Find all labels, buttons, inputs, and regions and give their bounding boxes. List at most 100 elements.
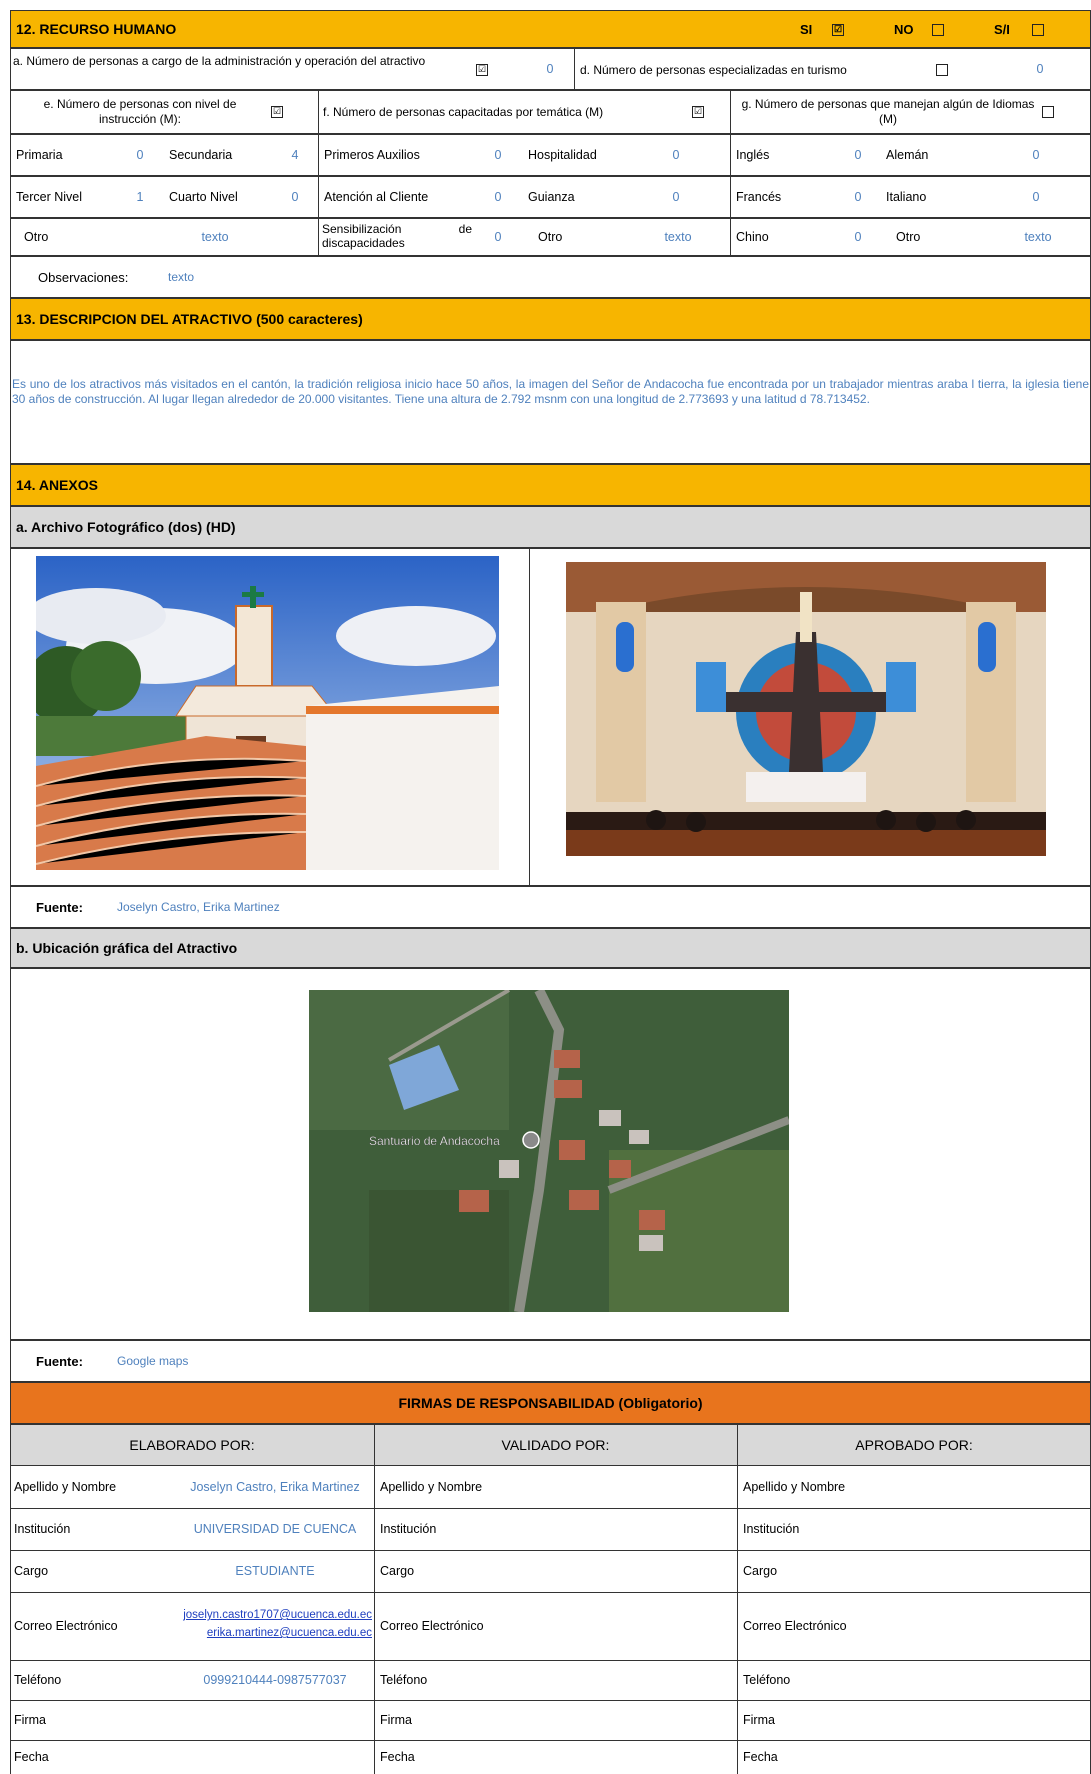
section-13-header: 13. DESCRIPCION DEL ATRACTIVO (500 carac… xyxy=(10,298,1091,340)
tematica-hospitalidad-label: Hospitalidad xyxy=(528,148,597,162)
validado-por-header: VALIDADO POR: xyxy=(501,1437,610,1453)
validado-fecha-label: Fecha xyxy=(380,1750,415,1764)
instruccion-primaria-value: 0 xyxy=(136,148,144,162)
instruccion-otro-label: Otro xyxy=(24,230,49,244)
a-label: a. Número de personas a cargo de la admi… xyxy=(13,54,426,68)
elaborado-telefono-label: Teléfono xyxy=(14,1673,62,1687)
a-checkbox[interactable]: ☑ xyxy=(476,64,488,76)
g-label: g. Número de personas que manejan algún … xyxy=(741,97,1035,126)
f-checkbox[interactable]: ☑ xyxy=(692,106,704,118)
idioma-otro-value: texto xyxy=(1024,230,1052,244)
tematica-guianza-value: 0 xyxy=(672,190,680,204)
aprobado-correo-label: Correo Electrónico xyxy=(743,1619,847,1633)
firmas-title: FIRMAS DE RESPONSABILIDAD (Obligatorio) xyxy=(398,1395,703,1411)
instruccion-cuarto-nivel-value: 0 xyxy=(291,190,299,204)
idioma-chino-label: Chino xyxy=(736,230,769,244)
aprobado-institucion-label: Institución xyxy=(743,1522,800,1536)
g-checkbox[interactable] xyxy=(1042,106,1054,118)
satellite-map: Santuario de Andacocha xyxy=(309,990,789,1312)
instruccion-secundaria-value: 4 xyxy=(291,148,299,162)
description-text: Es uno de los atractivos más visitados e… xyxy=(12,377,1089,406)
aprobado-nombre-label: Apellido y Nombre xyxy=(743,1480,846,1494)
d-value: 0 xyxy=(1036,62,1044,76)
tematica-otro-label: Otro xyxy=(538,230,563,244)
instruccion-secundaria-label: Secundaria xyxy=(169,148,233,162)
photo-archive-header: a. Archivo Fotográfico (dos) (HD) xyxy=(10,506,1091,548)
idioma-frances-label: Francés xyxy=(736,190,782,204)
validado-correo-label: Correo Electrónico xyxy=(380,1619,484,1633)
elaborado-por-header: ELABORADO POR: xyxy=(129,1437,255,1453)
no-checkbox[interactable] xyxy=(932,23,944,36)
elaborado-email-2[interactable]: erika.martinez@ucuenca.edu.ec xyxy=(207,1627,372,1639)
a-value: 0 xyxy=(546,62,554,76)
church-interior-photo xyxy=(566,562,1046,856)
tematica-sensibilizacion-value: 0 xyxy=(494,230,502,244)
firmas-header: FIRMAS DE RESPONSABILIDAD (Obligatorio) xyxy=(10,1382,1091,1424)
tematica-sensibilizacion-label: Sensibilización de discapacidades xyxy=(322,222,472,250)
instruccion-tercer-nivel-label: Tercer Nivel xyxy=(16,190,82,204)
map-place-label: Santuario de Andacocha xyxy=(369,1134,500,1148)
e-checkbox[interactable]: ☑ xyxy=(271,106,283,118)
elaborado-correo-label: Correo Electrónico xyxy=(14,1619,118,1633)
elaborado-email-1[interactable]: joselyn.castro1707@ucuenca.edu.ec xyxy=(183,1609,372,1621)
map-section-header: b. Ubicación gráfica del Atractivo xyxy=(10,928,1091,968)
aprobado-firma-label: Firma xyxy=(743,1713,775,1727)
si-no-group: SI ☑ NO S/I xyxy=(800,22,1044,37)
aprobado-cargo-label: Cargo xyxy=(743,1564,778,1578)
idioma-chino-value: 0 xyxy=(854,230,862,244)
elaborado-firma-label: Firma xyxy=(14,1713,46,1727)
instruccion-primaria-label: Primaria xyxy=(16,148,63,162)
fuente-b-value: Google maps xyxy=(117,1354,189,1368)
photo-archive-title: a. Archivo Fotográfico (dos) (HD) xyxy=(16,519,236,535)
fuente-a-label: Fuente: xyxy=(36,899,83,915)
elaborado-nombre-value: Joselyn Castro, Erika Martinez xyxy=(190,1480,360,1494)
aprobado-por-header: APROBADO POR: xyxy=(855,1437,973,1453)
map-pin-icon[interactable] xyxy=(522,1131,540,1149)
idioma-italiano-value: 0 xyxy=(1032,190,1040,204)
si-checkbox[interactable]: ☑ xyxy=(832,23,844,36)
elaborado-telefono-value: 0999210444-0987577037 xyxy=(203,1673,347,1687)
aprobado-telefono-label: Teléfono xyxy=(743,1673,791,1687)
d-label: d. Número de personas especializadas en … xyxy=(580,63,847,77)
tematica-otro-value: texto xyxy=(664,230,692,244)
tematica-primeros-auxilios-value: 0 xyxy=(494,148,502,162)
f-label: f. Número de personas capacitadas por te… xyxy=(323,105,604,119)
idioma-aleman-label: Alemán xyxy=(886,148,929,162)
sn-label: S/I xyxy=(994,22,1010,37)
section-13-title: 13. DESCRIPCION DEL ATRACTIVO (500 carac… xyxy=(16,311,363,327)
aprobado-fecha-label: Fecha xyxy=(743,1750,778,1764)
d-checkbox[interactable] xyxy=(936,64,948,76)
tematica-primeros-auxilios-label: Primeros Auxilios xyxy=(324,148,420,162)
validado-cargo-label: Cargo xyxy=(380,1564,415,1578)
section-12-title: 12. RECURSO HUMANO xyxy=(16,21,177,37)
elaborado-nombre-label: Apellido y Nombre xyxy=(14,1480,117,1494)
e-label: e. Número de personas con nivel de instr… xyxy=(43,97,237,126)
si-label: SI xyxy=(800,22,813,37)
map-section-title: b. Ubicación gráfica del Atractivo xyxy=(16,940,238,956)
instruccion-otro-value: texto xyxy=(201,230,229,244)
observaciones-label: Observaciones: xyxy=(38,269,129,285)
validado-nombre-label: Apellido y Nombre xyxy=(380,1480,483,1494)
instruccion-cuarto-nivel-label: Cuarto Nivel xyxy=(169,190,238,204)
observaciones-value: texto xyxy=(168,270,195,284)
instruccion-tercer-nivel-value: 1 xyxy=(136,190,144,204)
validado-institucion-label: Institución xyxy=(380,1522,437,1536)
elaborado-institucion-label: Institución xyxy=(14,1522,71,1536)
idioma-aleman-value: 0 xyxy=(1032,148,1040,162)
idioma-italiano-label: Italiano xyxy=(886,190,927,204)
idioma-frances-value: 0 xyxy=(854,190,862,204)
sn-checkbox[interactable] xyxy=(1032,23,1044,36)
elaborado-correo-values: joselyn.castro1707@ucuenca.edu.ec erika.… xyxy=(160,1606,372,1642)
tematica-atencion-cliente-value: 0 xyxy=(494,190,502,204)
idioma-otro-label: Otro xyxy=(896,230,921,244)
validado-firma-label: Firma xyxy=(380,1713,412,1727)
idioma-ingles-label: Inglés xyxy=(736,148,770,162)
fuente-b-label: Fuente: xyxy=(36,1353,83,1369)
elaborado-cargo-value: ESTUDIANTE xyxy=(235,1564,315,1578)
validado-telefono-label: Teléfono xyxy=(380,1673,428,1687)
idioma-ingles-value: 0 xyxy=(854,148,862,162)
tematica-hospitalidad-value: 0 xyxy=(672,148,680,162)
tematica-guianza-label: Guianza xyxy=(528,190,575,204)
section-14-title: 14. ANEXOS xyxy=(16,477,98,493)
church-exterior-photo xyxy=(36,556,499,870)
